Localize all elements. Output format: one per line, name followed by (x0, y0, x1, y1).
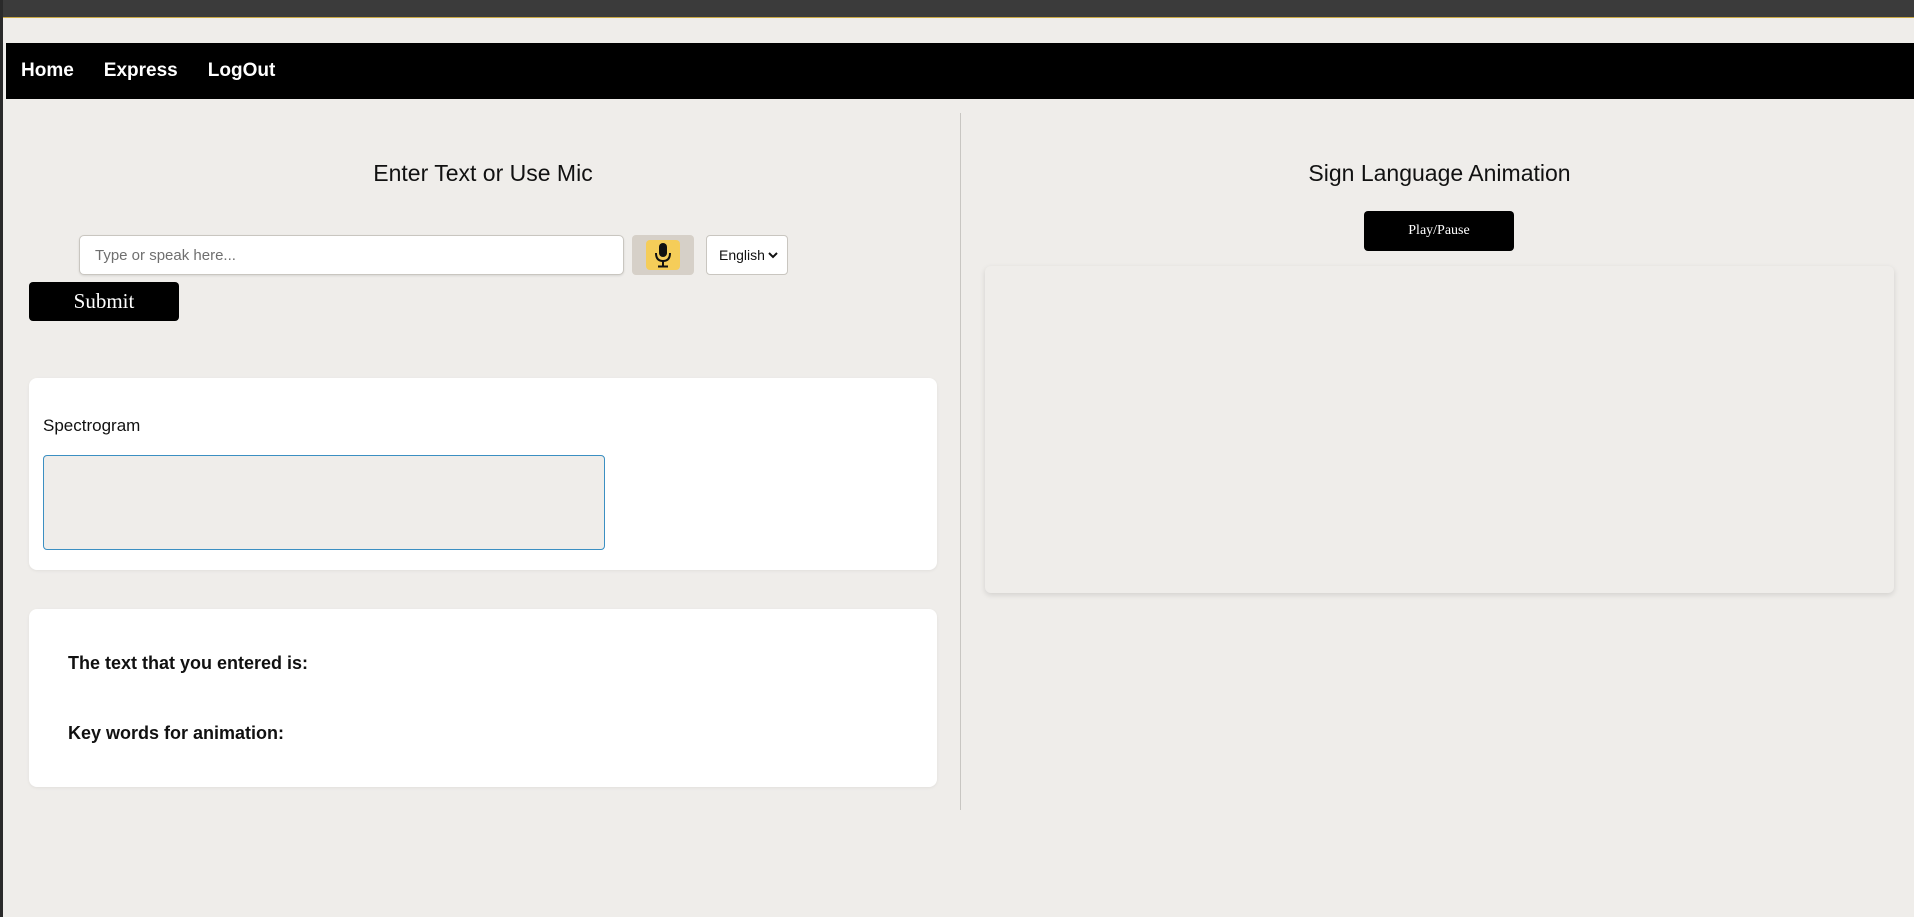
window-top-bar (3, 0, 1914, 18)
language-select[interactable]: English (706, 235, 788, 275)
language-selected-value: English (719, 247, 765, 263)
microphone-icon (655, 243, 671, 268)
column-divider (960, 113, 961, 810)
mic-button[interactable] (632, 235, 694, 275)
spectrogram-canvas (43, 455, 605, 550)
nav-express-link[interactable]: Express (104, 60, 178, 82)
play-pause-button[interactable]: Play/Pause (1364, 211, 1514, 251)
spectrogram-card: Spectrogram (29, 378, 937, 570)
mic-button-face (646, 240, 680, 270)
nav-logout-link[interactable]: LogOut (208, 60, 276, 82)
submit-button[interactable]: Submit (29, 282, 179, 321)
result-card: The text that you entered is: Key words … (29, 609, 937, 787)
spectrogram-label: Spectrogram (43, 416, 141, 435)
keywords-label: Key words for animation: (68, 723, 285, 743)
app-window: Home Express LogOut Enter Text or Use Mi… (0, 0, 1914, 917)
nav-home-link[interactable]: Home (21, 60, 74, 82)
input-section-title: Enter Text or Use Mic (373, 160, 593, 186)
animation-section-title: Sign Language Animation (1308, 160, 1571, 186)
animation-display-area (985, 266, 1894, 593)
chevron-down-icon (768, 252, 778, 259)
entered-text-label: The text that you entered is: (68, 653, 309, 673)
speech-text-input[interactable] (79, 235, 624, 275)
navbar: Home Express LogOut (6, 43, 1914, 99)
